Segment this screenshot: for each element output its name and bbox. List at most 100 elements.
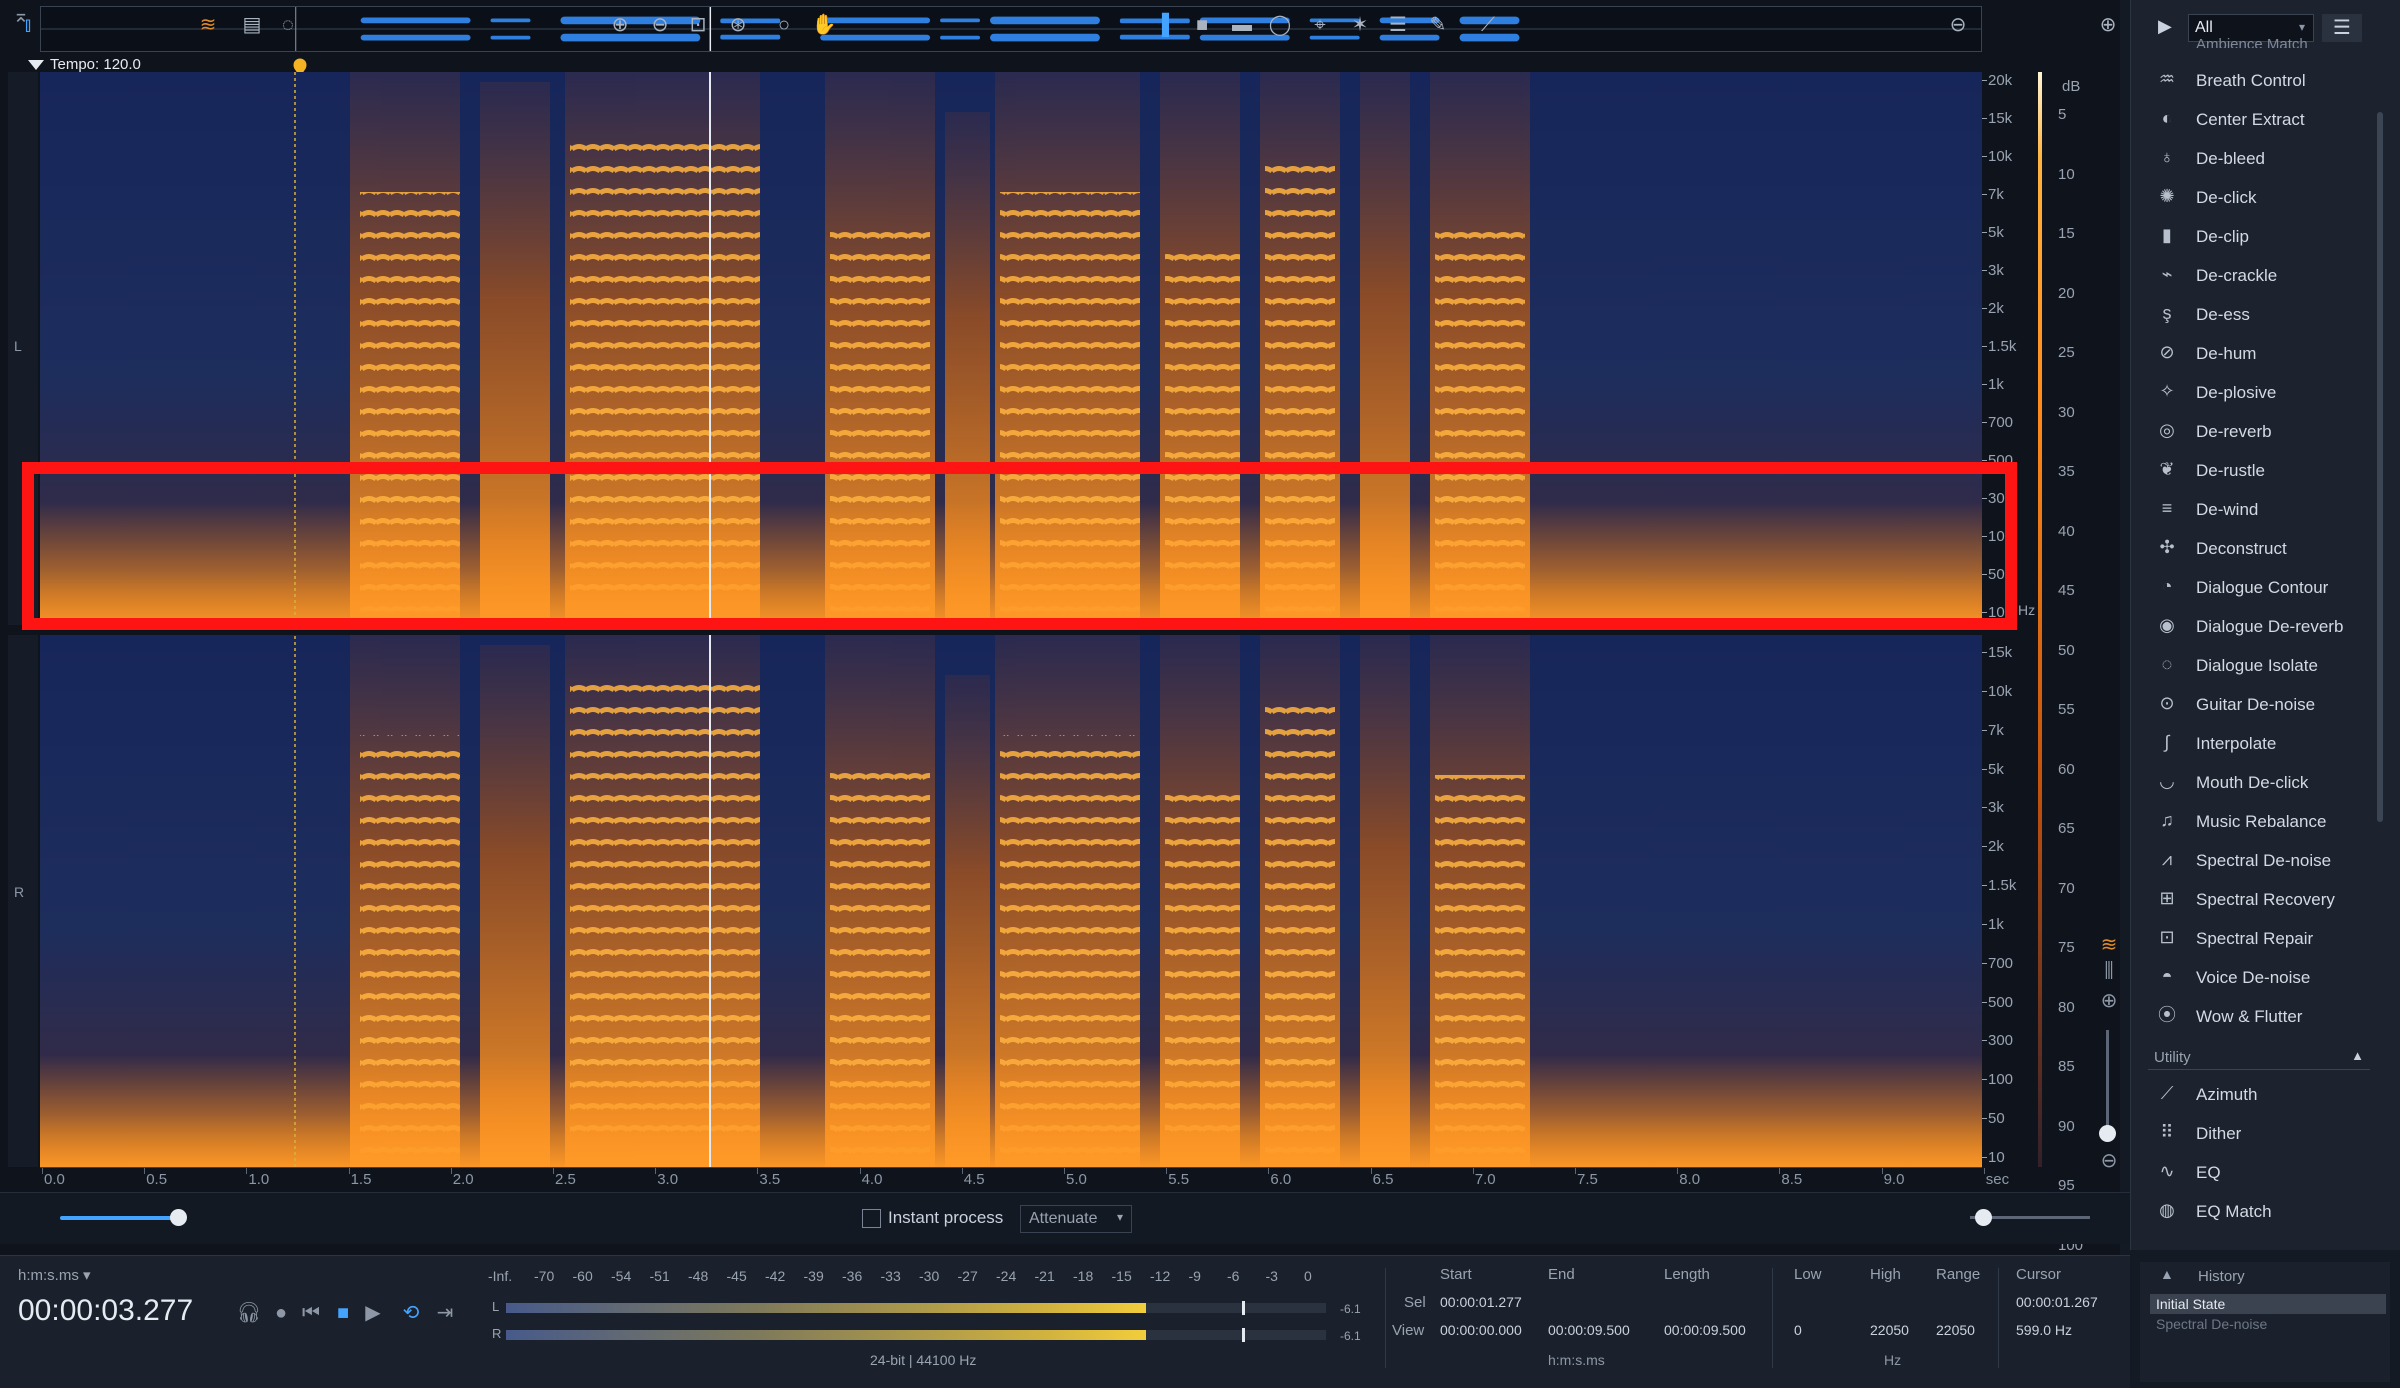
module-item-mouth-de-click[interactable]: ◡ Mouth De-click [2150, 764, 2380, 800]
module-item-de-hum[interactable]: ⊘ De-hum [2150, 335, 2380, 371]
vertical-zoom-track[interactable] [2106, 1030, 2109, 1140]
module-item-spectral-recovery[interactable]: ⊞ Spectral Recovery [2150, 881, 2380, 917]
play-to-end-icon[interactable]: ⇥ [432, 1300, 458, 1326]
time-ruler[interactable]: 0.0 0.5 1.0 1.5 2.0 2.5 3.0 3.5 4.0 4.5 5.0 5.5 6.0 6… [40, 1167, 2009, 1189]
spectrum-view-icon[interactable]: ≋ [2096, 932, 2122, 958]
module-item-de-click[interactable]: ✺ De-click [2150, 179, 2380, 215]
time-tick [961, 1168, 963, 1174]
vertical-zoom-in-icon[interactable]: ⊕ [2096, 988, 2122, 1014]
module-item-de-clip[interactable]: ▮ De-clip [2150, 218, 2380, 254]
module-item-de-crackle[interactable]: ⌁ De-crackle [2150, 257, 2380, 293]
waveform-mode-icon[interactable]: ⫾ [14, 10, 42, 40]
module-item-de-wind[interactable]: ≡ De-wind [2150, 491, 2380, 527]
zoom-in-icon[interactable]: ⊕ [606, 10, 634, 40]
freq-tick [1982, 422, 1987, 423]
module-item-center-extract[interactable]: ◐ Center Extract [2150, 101, 2380, 137]
headphones-icon[interactable]: 🎧︎ [236, 1300, 262, 1326]
view-range[interactable]: 22050 [1936, 1322, 1975, 1338]
utility-header[interactable]: Utility ▲ [2148, 1046, 2370, 1070]
module-item-breath[interactable]: ♒ Breath Control [2150, 62, 2380, 98]
module-item-eq[interactable]: ∿ EQ [2150, 1154, 2380, 1190]
lasso-tool-icon[interactable]: ◯ [1266, 10, 1294, 40]
play-icon[interactable]: ▶ [2158, 16, 2174, 36]
module-item-wow-flutter[interactable]: ⦿ Wow & Flutter [2150, 998, 2380, 1034]
module-item-dialogue-isolate[interactable]: ◌ Dialogue Isolate [2150, 647, 2380, 683]
vertical-zoom-knob[interactable] [2099, 1125, 2116, 1142]
module-label: Spectral Recovery [2196, 890, 2335, 909]
eq-icon: ∿ [2159, 1161, 2175, 1181]
module-item-de-ess[interactable]: ş De-ess [2150, 296, 2380, 332]
meter-scale: -Inf. -70 -60 -54 -51 -48 -45 -42 -39 -36 -33 -30 -2… [488, 1268, 1328, 1286]
utility-header-label: Utility [2154, 1049, 2191, 1066]
horizontal-zoom-in-icon[interactable]: ⊕ [2094, 10, 2122, 40]
module-item-guitar-de-noise[interactable]: ⊙ Guitar De-noise [2150, 686, 2380, 722]
module-item-interpolate[interactable]: ∫ Interpolate [2150, 725, 2380, 761]
harmonic-selection-icon[interactable]: ✶ [1346, 10, 1374, 40]
time-format-select[interactable]: h:m:s.ms ▾ [18, 1266, 91, 1284]
module-item-de-reverb[interactable]: ◎ De-reverb [2150, 413, 2380, 449]
module-item-music-rebalance[interactable]: ♫ Music Rebalance [2150, 803, 2380, 839]
find-similar-icon[interactable]: ☰ [1384, 10, 1412, 40]
zoom-tool-icon[interactable]: ○ [770, 10, 798, 40]
module-item-de-plosive[interactable]: ✧ De-plosive [2150, 374, 2380, 410]
history-item-next[interactable]: Spectral De-noise [2156, 1316, 2267, 1332]
module-item-dialogue-de-reverb[interactable]: ◉ Dialogue De-reverb [2150, 608, 2380, 644]
freq-tick [1982, 807, 1987, 809]
module-label: EQ [2196, 1163, 2221, 1182]
module-item-deconstruct[interactable]: ✣ Deconstruct [2150, 530, 2380, 566]
freq-tick [1982, 1040, 1987, 1042]
module-item-cut[interactable]: Ambience Match [2196, 36, 2308, 48]
module-item-eq-match[interactable]: ◍ EQ Match [2150, 1193, 2380, 1229]
time-tick [1064, 1168, 1065, 1174]
record-icon[interactable]: ● [268, 1300, 294, 1326]
file-info-icon[interactable]: ▤ [238, 10, 266, 40]
menu-icon[interactable]: ☰ [2322, 14, 2362, 42]
horizontal-zoom-knob[interactable] [1975, 1209, 1992, 1226]
gain-envelope-icon[interactable]: ⟋ [1474, 10, 1502, 40]
module-item-azimuth[interactable]: ⟋ Azimuth [2150, 1076, 2380, 1112]
vertical-zoom-out-icon[interactable]: ⊖ [2096, 1148, 2122, 1174]
sel-start[interactable]: 00:00:01.277 [1440, 1294, 1522, 1310]
loop-icon[interactable]: ⟲ [398, 1300, 424, 1326]
module-item-spectral-de-noise[interactable]: ⩘ Spectral De-noise [2150, 842, 2380, 878]
zoom-selection-icon[interactable]: ⊡ [684, 10, 712, 40]
module-item-voice-de-noise[interactable]: ◓ Voice De-noise [2150, 959, 2380, 995]
module-item-dialogue-contour[interactable]: ◔ Dialogue Contour [2150, 569, 2380, 605]
view-high[interactable]: 22050 [1870, 1322, 1909, 1338]
freq-tick [1982, 768, 1987, 770]
opacity-slider[interactable] [60, 1216, 180, 1220]
comment-icon[interactable]: ◌ [274, 10, 302, 40]
waveform-overview[interactable] [40, 6, 1982, 52]
view-low[interactable]: 0 [1794, 1322, 1802, 1338]
opacity-slider-knob[interactable] [170, 1209, 187, 1226]
process-mode-select[interactable]: Attenuate ▾ [1020, 1205, 1132, 1233]
module-item-dither[interactable]: ⠿ Dither [2150, 1115, 2380, 1151]
history-collapse-icon[interactable]: ▲ [2160, 1266, 2174, 1282]
view-length[interactable]: 00:00:09.500 [1664, 1322, 1746, 1338]
view-start[interactable]: 00:00:00.000 [1440, 1322, 1522, 1338]
brush-tool-icon[interactable]: ✎ [1424, 10, 1452, 40]
stop-icon[interactable]: ■ [330, 1300, 356, 1326]
time-selection-tool-icon[interactable]: ▐ [1148, 10, 1176, 40]
view-end[interactable]: 00:00:09.500 [1548, 1322, 1630, 1338]
hand-tool-icon[interactable]: ✋ [810, 10, 838, 40]
module-item-spectral-repair[interactable]: ⊡ Spectral Repair [2150, 920, 2380, 956]
history-item-current[interactable]: Initial State [2150, 1294, 2386, 1314]
module-item-de-bleed[interactable]: ♁ De-bleed [2150, 140, 2380, 176]
magic-wand-icon[interactable]: ⌖ [1306, 10, 1334, 40]
instant-process-checkbox[interactable] [862, 1209, 881, 1228]
zoom-full-icon[interactable]: ⊛ [724, 10, 752, 40]
tempo-toggle-icon[interactable] [28, 60, 44, 71]
horizontal-zoom-out-icon[interactable]: ⊖ [1944, 10, 1972, 40]
zoom-out-icon[interactable]: ⊖ [646, 10, 674, 40]
chevron-down-icon: ▾ [2298, 20, 2305, 34]
time-tick [859, 1168, 861, 1174]
panel-scrollbar[interactable] [2377, 112, 2383, 822]
play-selection-icon[interactable]: ▶ [360, 1300, 386, 1326]
time-frequency-selection-icon[interactable]: ■ [1188, 10, 1216, 40]
spectrogram-mode-icon[interactable]: ≋ [194, 10, 222, 40]
skip-to-start-icon[interactable]: ⏮ [298, 1300, 324, 1326]
waveform-view-icon[interactable]: ⫼ [2096, 960, 2122, 986]
frequency-selection-icon[interactable]: ▬ [1228, 10, 1256, 40]
module-item-de-rustle[interactable]: ❦ De-rustle [2150, 452, 2380, 488]
